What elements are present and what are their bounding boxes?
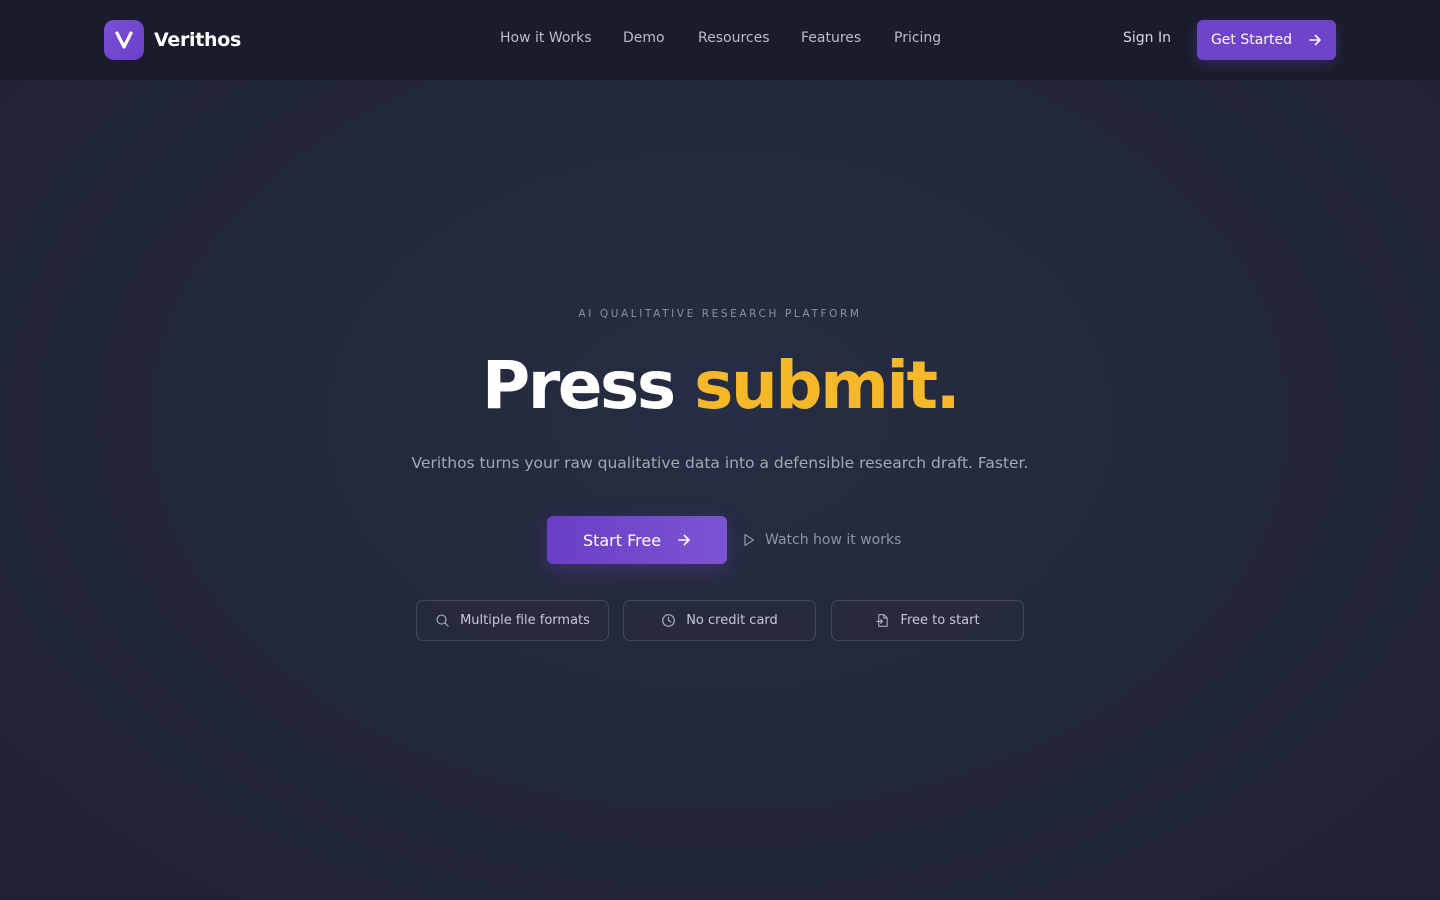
- nav-features[interactable]: Features: [801, 30, 861, 46]
- start-free-button[interactable]: Start Free: [547, 516, 727, 564]
- arrow-right-icon: [677, 533, 691, 547]
- arrow-right-icon: [1308, 33, 1322, 47]
- clock-icon: [661, 613, 676, 628]
- watch-demo-link[interactable]: Watch how it works: [743, 530, 901, 550]
- feature-chip-free-to-start: Free to start: [831, 600, 1024, 641]
- document-icon: [875, 613, 890, 628]
- get-started-label: Get Started: [1210, 32, 1293, 48]
- start-free-label: Start Free: [582, 530, 662, 550]
- nav-resources[interactable]: Resources: [698, 30, 770, 46]
- nav-pricing[interactable]: Pricing: [894, 30, 941, 46]
- search-icon: [435, 613, 450, 628]
- play-icon: [743, 533, 755, 547]
- get-started-button[interactable]: Get Started: [1197, 20, 1336, 60]
- v-logo-icon: [115, 31, 133, 49]
- feature-chip-label: Multiple file formats: [460, 613, 590, 628]
- hero-headline: Press submit.: [0, 344, 1440, 428]
- nav-how-it-works[interactable]: How it Works: [500, 30, 592, 46]
- watch-demo-label: Watch how it works: [765, 532, 902, 548]
- headline-part-2: submit.: [694, 347, 961, 424]
- hero-subheadline: Verithos turns your raw qualitative data…: [411, 454, 1029, 472]
- hero-eyebrow: AI QUALITATIVE RESEARCH PLATFORM: [578, 308, 862, 320]
- brand-name: Verithos: [154, 29, 242, 51]
- nav-demo[interactable]: Demo: [623, 30, 665, 46]
- headline-part-1: Press: [481, 347, 676, 424]
- feature-chip-label: Free to start: [900, 613, 980, 628]
- brand-logo-link[interactable]: Verithos: [104, 20, 241, 60]
- feature-chip-file-formats: Multiple file formats: [416, 600, 609, 641]
- sign-in-link[interactable]: Sign In: [1123, 30, 1171, 46]
- top-navbar: Verithos How it Works Demo Resources Fea…: [0, 0, 1440, 80]
- feature-chip-label: No credit card: [686, 613, 778, 628]
- feature-chip-no-credit-card: No credit card: [623, 600, 816, 641]
- brand-logo-mark: [104, 20, 144, 60]
